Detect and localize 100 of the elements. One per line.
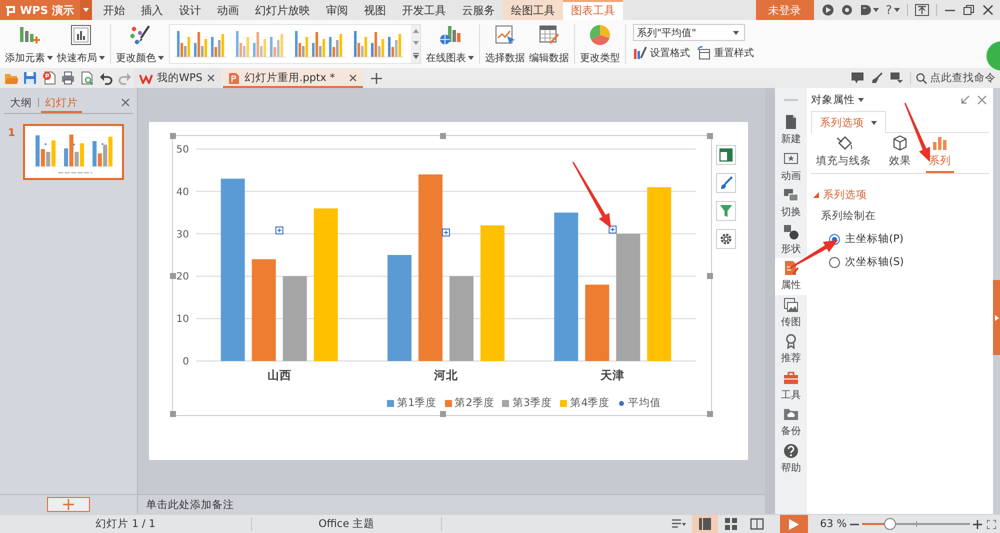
help-menu-button[interactable]: ? (886, 3, 900, 17)
ribbon-button[interactable]: 添加元素 (3, 20, 55, 68)
series-select[interactable]: 系列"平均值" (633, 24, 745, 41)
chart-filter-button[interactable] (716, 201, 736, 221)
menu-tab[interactable]: 幻灯片放映 (246, 0, 318, 20)
close-icon[interactable] (349, 74, 358, 82)
play-circle-icon[interactable] (822, 4, 834, 16)
ribbon-button[interactable]: 编辑数据 (527, 20, 571, 68)
export-document-icon[interactable] (42, 71, 56, 85)
sidebar-item[interactable]: 切换 (775, 185, 807, 222)
restore-icon[interactable] (963, 4, 975, 16)
sidebar-item[interactable]: 帮助 (775, 440, 807, 477)
resize-handle[interactable] (440, 133, 446, 139)
ribbon-button[interactable]: 重置样式 (697, 46, 754, 60)
ribbon-button[interactable]: 更改类型 (578, 20, 622, 68)
ring-icon[interactable] (840, 4, 853, 16)
close-icon[interactable] (977, 95, 987, 105)
slide-sorter-icon (724, 517, 738, 531)
menu-tab[interactable]: 审阅 (318, 0, 356, 20)
sidebar-item[interactable]: 推荐 (775, 331, 807, 368)
property-tab[interactable]: 填充与线条 (813, 137, 874, 173)
slider-thumb[interactable] (884, 518, 896, 530)
expand-gallery-icon[interactable] (412, 53, 418, 59)
skin-menu-button[interactable] (860, 4, 879, 16)
panel-title-menu[interactable]: 对象属性 (811, 93, 864, 107)
document-tab[interactable]: 我的WPS (134, 68, 222, 88)
brush-icon[interactable] (871, 72, 883, 84)
resize-handle[interactable] (170, 133, 176, 139)
document-tab[interactable]: 幻灯片重用.pptx * (223, 68, 364, 88)
menu-tab[interactable]: 设计 (170, 0, 209, 20)
menu-tab[interactable]: 插入 (132, 0, 171, 20)
pie-chart-icon (589, 24, 611, 46)
resize-handle[interactable] (170, 273, 176, 279)
resize-handle[interactable] (707, 273, 713, 279)
folder-icon[interactable] (4, 71, 18, 85)
plus-icon (63, 499, 74, 510)
selected-point-marker[interactable] (275, 226, 284, 234)
menu-tab[interactable]: 开始 (94, 0, 133, 20)
resize-handle[interactable] (707, 411, 713, 417)
screen-menu-icon[interactable] (890, 72, 903, 84)
sidebar-item[interactable]: 形状 (775, 222, 807, 258)
chart-settings-button[interactable] (716, 229, 736, 249)
help-icon (783, 442, 799, 459)
filter-icon (719, 204, 733, 218)
menu-tab[interactable]: 动画 (208, 0, 247, 20)
properties-icon (783, 260, 799, 276)
ribbon-button[interactable]: 更改颜色 (114, 20, 166, 68)
app-menu-dropdown[interactable] (80, 0, 92, 20)
pin-to-top-icon[interactable] (915, 4, 929, 16)
scroll-down-icon[interactable] (412, 41, 418, 45)
zoom-slider[interactable] (862, 518, 970, 530)
fullscreen-icon[interactable] (987, 520, 996, 528)
print-preview-icon[interactable] (80, 71, 94, 85)
property-tab[interactable]: 系列 (926, 137, 954, 173)
resize-handle[interactable] (707, 133, 713, 139)
view-button[interactable] (692, 515, 718, 533)
print-icon[interactable] (61, 71, 75, 85)
comment-icon[interactable] (851, 72, 864, 84)
menu-tab[interactable]: 云服务 (454, 0, 503, 20)
undo-icon[interactable] (99, 71, 113, 85)
ribbon-button[interactable]: 选择数据 (483, 20, 527, 68)
chart-frame[interactable]: 0 10 20 30 40 50 山西 河北 天津 第1季度 第2季度 第3季度 第4季度 平均值 (172, 135, 712, 416)
chart-style-button[interactable] (716, 173, 736, 193)
vertical-scrollbar[interactable] (765, 88, 775, 514)
menu-tab[interactable]: 图表工具 (562, 0, 623, 20)
ribbon-button[interactable]: 设置格式 (633, 46, 690, 60)
caret-icon (82, 8, 89, 12)
ribbon-button[interactable]: 快速布局 (55, 20, 107, 68)
scroll-up-icon[interactable] (412, 29, 418, 33)
sidebar-item[interactable]: 属性 (775, 258, 807, 294)
property-tab[interactable]: 效果 (886, 137, 914, 173)
save-icon[interactable] (23, 71, 37, 85)
resize-handle[interactable] (440, 411, 446, 417)
section-header[interactable]: 系列选项 (813, 188, 867, 202)
close-icon[interactable] (207, 74, 216, 82)
options-tab[interactable]: 系列选项 (811, 111, 886, 133)
menu-tab[interactable]: 绘图工具 (502, 0, 563, 20)
dock-icon[interactable] (960, 95, 970, 105)
command-search-field[interactable]: 点此查找命令 (910, 72, 996, 84)
radio-option[interactable]: 次坐标轴(S) (829, 255, 904, 269)
menu-tab[interactable]: 视图 (356, 0, 394, 20)
menu-tab[interactable]: 开发工具 (394, 0, 454, 20)
sidebar-item[interactable]: 动画 (775, 148, 807, 185)
selected-point-marker[interactable] (442, 228, 450, 237)
panel-tab[interactable]: 大纲 (6, 92, 36, 113)
resize-handle[interactable] (170, 411, 176, 417)
panel-toggle-handle[interactable] (993, 280, 1000, 355)
notes-prompt[interactable]: 单击此处添加备注 (146, 498, 234, 512)
chart-elements-button[interactable] (716, 145, 736, 165)
normal-view-icon (698, 517, 712, 531)
sidebar-item[interactable]: 工具 (775, 368, 807, 404)
ribbon-button[interactable]: 在线图表 (424, 20, 476, 68)
slideshow-button[interactable] (780, 515, 808, 533)
close-icon[interactable] (982, 4, 994, 16)
zoom-in-icon[interactable] (973, 520, 982, 528)
sidebar-item[interactable]: 新建 (775, 112, 807, 148)
selected-point-marker[interactable] (608, 226, 617, 234)
sidebar-item[interactable]: 传图 (775, 294, 807, 331)
sidebar-item[interactable]: 备份 (775, 404, 807, 440)
add-slide-button[interactable] (47, 497, 90, 512)
